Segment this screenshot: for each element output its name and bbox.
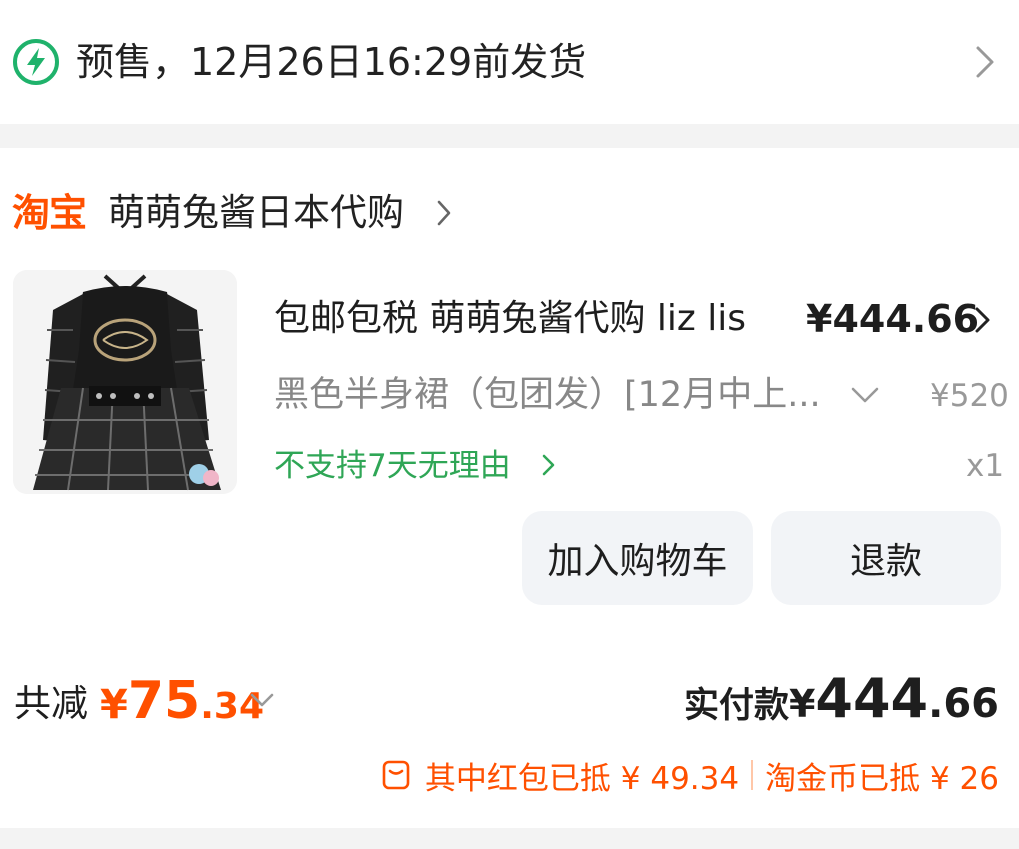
chevron-right-icon[interactable] xyxy=(972,44,998,80)
chevron-right-icon[interactable] xyxy=(540,452,558,478)
discount-integer: 75 xyxy=(127,671,201,731)
paid-total: 实付款¥444.66 xyxy=(684,666,999,745)
paid-decimal: .66 xyxy=(928,681,999,727)
original-price: ¥520 xyxy=(930,378,1009,414)
dress-image-icon xyxy=(13,270,237,494)
product-thumbnail[interactable] xyxy=(13,270,237,494)
quantity: x1 xyxy=(966,448,1005,484)
refund-button[interactable]: 退款 xyxy=(771,511,1001,605)
section-divider xyxy=(0,828,1019,849)
shop-name[interactable]: 萌萌兔酱日本代购 xyxy=(108,188,404,238)
discount-label: 共减 xyxy=(14,682,88,725)
paid-integer: 444 xyxy=(815,667,929,730)
divider xyxy=(751,760,754,790)
chevron-right-icon[interactable] xyxy=(972,304,994,336)
product-price: ¥444.66 xyxy=(806,297,980,341)
return-policy-link[interactable]: 不支持7天无理由 xyxy=(274,442,511,490)
paid-label: 实付款 xyxy=(683,686,789,726)
discount-amount[interactable]: ¥75.34 xyxy=(100,668,264,746)
discount-currency: ¥ xyxy=(100,682,128,728)
red-packet-icon xyxy=(382,760,410,790)
paid-currency: ¥ xyxy=(788,682,816,726)
section-divider xyxy=(0,124,1019,148)
deduction-details: 其中红包已抵 ¥ 49.34 淘金币已抵 ¥ 26 xyxy=(381,752,999,798)
add-to-cart-button[interactable]: 加入购物车 xyxy=(522,511,753,605)
product-title[interactable]: 包邮包税 萌萌兔酱代购 liz lis xyxy=(274,292,746,346)
shipping-text: 预售，12月26日16:29前发货 xyxy=(76,40,587,84)
chevron-right-icon[interactable] xyxy=(434,198,454,228)
taobao-logo: 淘宝 xyxy=(12,191,87,235)
lightning-circle-icon xyxy=(13,39,59,85)
chevron-down-icon[interactable] xyxy=(848,382,882,408)
redpacket-deduction: 其中红包已抵 ¥ 49.34 xyxy=(424,760,740,797)
coin-deduction: 淘金币已抵 ¥ 26 xyxy=(765,760,999,797)
product-spec[interactable]: 黑色半身裙（包团发）[12月中上... xyxy=(274,370,821,420)
chevron-down-icon[interactable] xyxy=(248,690,276,712)
